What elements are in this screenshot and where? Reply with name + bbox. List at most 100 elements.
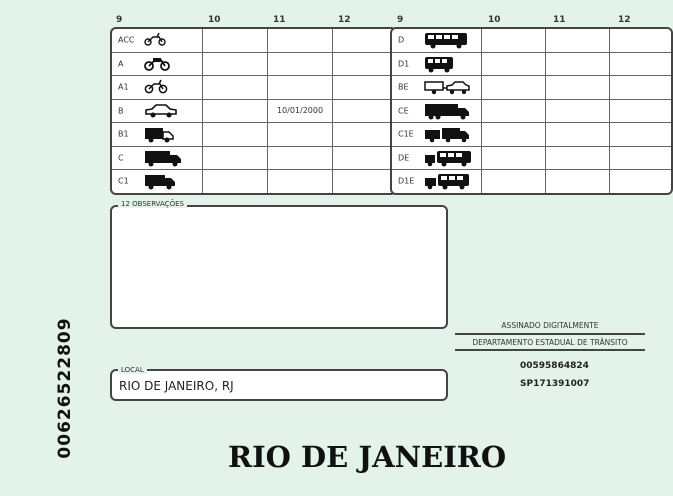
col-header-12: 12 (618, 15, 631, 25)
date-cell-10 (481, 123, 546, 147)
date-cell-12 (609, 123, 671, 147)
col-header-12: 12 (338, 15, 351, 25)
date-cell-12 (609, 147, 671, 170)
category-code: ACC (118, 35, 135, 45)
date-cell-12 (609, 53, 671, 76)
date-cell-11 (268, 52, 333, 76)
category-cell: D1E (392, 170, 482, 193)
col-header-11: 11 (553, 15, 566, 25)
minibus-trailer-icon (424, 173, 470, 190)
bus-trailer-icon (424, 150, 472, 167)
category-code: BE (398, 82, 409, 92)
signature-line (455, 333, 645, 335)
date-cell-11 (545, 123, 610, 147)
vertical-document-number: 00626522809 (55, 317, 75, 459)
category-code: A1 (118, 82, 129, 92)
registration-number: 00595864824 (520, 361, 589, 371)
category-row-a: A (112, 52, 395, 76)
date-cell-10 (203, 29, 268, 53)
security-code: SP171391007 (520, 379, 590, 389)
car-icon (144, 103, 178, 119)
date-cell-11 (268, 76, 333, 100)
category-code: A (118, 59, 124, 69)
category-cell: B1 (112, 123, 203, 147)
category-cell: D (392, 29, 482, 53)
category-row-a1: A1 (112, 76, 395, 100)
date-cell-12 (333, 29, 395, 53)
date-cell-10 (481, 29, 546, 53)
category-row-d1: D1 (392, 52, 671, 76)
date-cell-12 (333, 100, 395, 123)
date-cell-12 (333, 147, 395, 170)
department-text: DEPARTAMENTO ESTADUAL DE TRÂNSITO (472, 338, 628, 347)
light-truck-icon (144, 173, 176, 190)
local-value: RIO DE JANEIRO, RJ (119, 379, 234, 393)
date-cell-10 (481, 76, 546, 100)
observacoes-label: 12 OBSERVAÇÕES (118, 200, 187, 208)
date-cell-11 (545, 99, 610, 123)
date-cell-10 (203, 76, 268, 100)
date-cell-10 (481, 146, 546, 170)
motorcycle-icon (144, 56, 170, 72)
car-trailer-icon (424, 79, 470, 95)
date-cell-12 (610, 170, 671, 193)
date-cell-10 (481, 52, 546, 76)
category-cell: ACC (112, 29, 203, 53)
bus-icon (424, 32, 468, 49)
category-row-be: BE (392, 76, 671, 100)
category-code: C (118, 153, 124, 163)
date-cell-12 (609, 29, 671, 53)
city-name: RIO DE JANEIRO (228, 440, 507, 474)
date-cell-10 (203, 52, 268, 76)
category-cell: C (112, 146, 203, 170)
date-cell-11 (545, 146, 610, 170)
category-row-ce: CE (392, 99, 671, 123)
category-code: CE (398, 106, 409, 116)
category-cell: D1 (392, 52, 482, 76)
category-code: C1 (118, 176, 129, 186)
date-cell-10 (203, 146, 268, 170)
category-code: B1 (118, 129, 129, 139)
category-row-b: B 10/01/2000 (112, 99, 395, 123)
category-cell: A (112, 52, 203, 76)
date-cell-11: 10/01/2000 (268, 99, 333, 123)
date-cell-10 (482, 170, 546, 193)
category-code: D1E (398, 176, 415, 186)
category-row-c: C (112, 146, 395, 170)
date-cell-11 (268, 146, 333, 170)
small-motorcycle-icon (144, 79, 168, 95)
category-code: D (398, 35, 405, 45)
date-cell-10 (203, 99, 268, 123)
date-cell-11 (545, 52, 610, 76)
date-cell-10 (203, 123, 268, 147)
date-cell-11 (545, 76, 610, 100)
col-header-10: 10 (488, 15, 501, 25)
category-row-acc: ACC (112, 29, 395, 53)
signature-text: ASSINADO DIGITALMENTE (501, 321, 599, 330)
right-category-table: D D1 BE CE C1E DE D1E (390, 27, 673, 195)
date-cell-11 (268, 29, 333, 53)
category-cell: C1 (112, 170, 203, 193)
col-header-11: 11 (273, 15, 286, 25)
left-category-table: ACC A A1 B 10/01/2000 B1 C C1 (110, 27, 397, 195)
local-box: LOCAL RIO DE JANEIRO, RJ (110, 366, 448, 401)
observacoes-box: 12 OBSERVAÇÕES (110, 200, 448, 329)
local-label: LOCAL (118, 366, 147, 374)
col-header-9: 9 (116, 15, 123, 25)
minibus-icon (424, 56, 454, 73)
category-cell: CE (392, 99, 482, 123)
category-row-d: D (392, 29, 671, 53)
date-cell-10 (481, 99, 546, 123)
category-code: DE (398, 153, 410, 163)
category-cell: B (112, 99, 203, 123)
date-cell-11 (268, 123, 333, 147)
date-cell-11 (546, 170, 610, 193)
category-row-c1: C1 (112, 170, 395, 193)
date-cell-12 (333, 123, 395, 147)
department-line (455, 349, 645, 351)
category-cell: A1 (112, 76, 203, 100)
light-truck-trailer-icon (424, 126, 470, 143)
truck-trailer-icon (424, 103, 470, 120)
category-cell: DE (392, 146, 482, 170)
category-row-b1: B1 (112, 123, 395, 147)
